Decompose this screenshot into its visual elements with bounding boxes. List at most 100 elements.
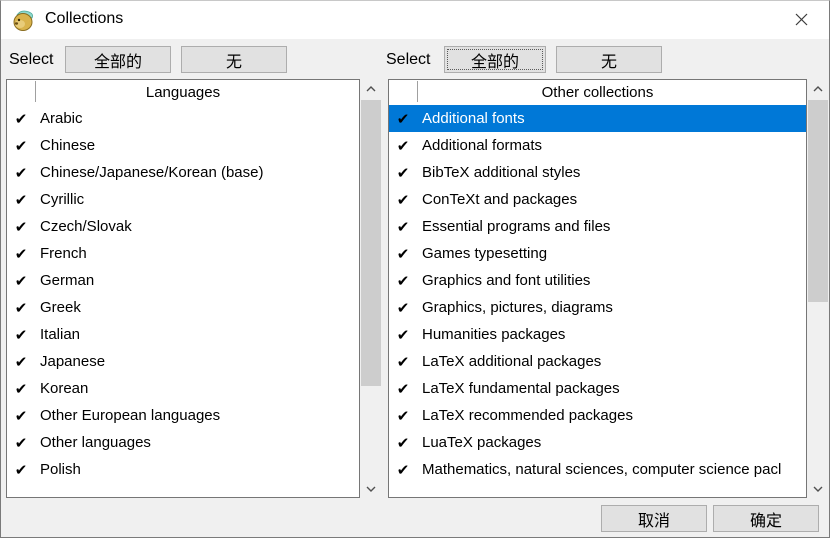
list-row[interactable]: ✔ Italian <box>7 321 359 348</box>
list-row[interactable]: ✔ German <box>7 267 359 294</box>
check-icon: ✔ <box>7 110 35 128</box>
row-label: LaTeX additional packages <box>417 353 601 370</box>
window-title: Collections <box>45 10 123 28</box>
check-icon: ✔ <box>7 407 35 425</box>
list-row[interactable]: ✔ Chinese/Japanese/Korean (base) <box>7 159 359 186</box>
cancel-button[interactable]: 取消 <box>601 505 707 532</box>
list-row[interactable]: ✔ LaTeX fundamental packages <box>389 375 806 402</box>
scrollbar-thumb[interactable] <box>808 100 828 302</box>
list-row[interactable]: ✔ Other European languages <box>7 402 359 429</box>
list-row[interactable]: ✔ Graphics and font utilities <box>389 267 806 294</box>
languages-scrollbar[interactable] <box>360 79 382 498</box>
check-icon: ✔ <box>389 326 417 344</box>
row-label: German <box>35 272 94 289</box>
scroll-down-icon[interactable] <box>807 479 829 498</box>
row-label: Polish <box>35 461 81 478</box>
list-row[interactable]: ✔ Graphics, pictures, diagrams <box>389 294 806 321</box>
check-icon: ✔ <box>389 353 417 371</box>
check-icon: ✔ <box>7 191 35 209</box>
list-row[interactable]: ✔ Cyrillic <box>7 186 359 213</box>
row-label: Italian <box>35 326 80 343</box>
check-icon: ✔ <box>7 299 35 317</box>
list-row[interactable]: ✔ Arabic <box>7 105 359 132</box>
row-label: French <box>35 245 87 262</box>
other-collections-scrollbar[interactable] <box>807 79 829 498</box>
list-row[interactable]: ✔ LaTeX recommended packages <box>389 402 806 429</box>
texlive-lion-icon <box>11 9 37 33</box>
list-row[interactable]: ✔ Other languages <box>7 429 359 456</box>
other-collections-header: Other collections <box>389 80 806 105</box>
check-icon: ✔ <box>7 245 35 263</box>
check-icon: ✔ <box>389 380 417 398</box>
list-row[interactable]: ✔ Greek <box>7 294 359 321</box>
row-label: Cyrillic <box>35 191 84 208</box>
row-label: Chinese/Japanese/Korean (base) <box>35 164 263 181</box>
list-row[interactable]: ✔ Games typesetting <box>389 240 806 267</box>
list-row[interactable]: ✔ Korean <box>7 375 359 402</box>
left-select-all-button[interactable]: 全部的 <box>65 46 171 73</box>
list-row[interactable]: ✔ Additional formats <box>389 132 806 159</box>
languages-header-label: Languages <box>7 84 359 101</box>
list-row[interactable]: ✔ Humanities packages <box>389 321 806 348</box>
column-separator <box>417 81 418 102</box>
check-icon: ✔ <box>389 110 417 128</box>
list-row[interactable]: ✔ Czech/Slovak <box>7 213 359 240</box>
collections-dialog: Collections Select 全部的 无 Select 全部的 无 La… <box>0 0 830 538</box>
check-icon: ✔ <box>389 245 417 263</box>
list-row[interactable]: ✔ Chinese <box>7 132 359 159</box>
right-select-all-button[interactable]: 全部的 <box>444 46 546 73</box>
row-label: Graphics, pictures, diagrams <box>417 299 613 316</box>
left-select-label: Select <box>9 51 53 69</box>
languages-list: Languages ✔ Arabic ✔ Chinese ✔ Chinese/J… <box>6 79 360 498</box>
list-row[interactable]: ✔ Polish <box>7 456 359 483</box>
row-label: LaTeX recommended packages <box>417 407 633 424</box>
right-select-label: Select <box>386 51 430 69</box>
row-label: BibTeX additional styles <box>417 164 580 181</box>
check-icon: ✔ <box>7 164 35 182</box>
row-label: Essential programs and files <box>417 218 610 235</box>
row-label: ConTeXt and packages <box>417 191 577 208</box>
row-label: Chinese <box>35 137 95 154</box>
list-row[interactable]: ✔ Japanese <box>7 348 359 375</box>
row-label: LaTeX fundamental packages <box>417 380 620 397</box>
list-row[interactable]: ✔ LuaTeX packages <box>389 429 806 456</box>
row-label: Greek <box>35 299 81 316</box>
list-row[interactable]: ✔ LaTeX additional packages <box>389 348 806 375</box>
list-row[interactable]: ✔ Additional fonts <box>389 105 806 132</box>
scrollbar-thumb[interactable] <box>361 100 381 386</box>
close-button[interactable] <box>779 1 823 37</box>
scroll-up-icon[interactable] <box>360 79 382 98</box>
check-icon: ✔ <box>7 326 35 344</box>
list-row[interactable]: ✔ Essential programs and files <box>389 213 806 240</box>
list-row[interactable]: ✔ French <box>7 240 359 267</box>
row-label: Korean <box>35 380 88 397</box>
title-bar: Collections <box>1 1 829 39</box>
ok-button[interactable]: 确定 <box>713 505 819 532</box>
column-separator <box>35 81 36 102</box>
check-icon: ✔ <box>7 461 35 479</box>
row-label: Czech/Slovak <box>35 218 132 235</box>
check-icon: ✔ <box>7 353 35 371</box>
row-label: Additional formats <box>417 137 542 154</box>
check-icon: ✔ <box>7 272 35 290</box>
other-collections-list: Other collections ✔ Additional fonts ✔ A… <box>388 79 807 498</box>
right-select-none-button[interactable]: 无 <box>556 46 662 73</box>
row-label: Arabic <box>35 110 83 127</box>
check-icon: ✔ <box>7 218 35 236</box>
row-label: Other languages <box>35 434 151 451</box>
list-row[interactable]: ✔ Mathematics, natural sciences, compute… <box>389 456 806 483</box>
languages-header: Languages <box>7 80 359 105</box>
row-label: Games typesetting <box>417 245 547 262</box>
list-row[interactable]: ✔ ConTeXt and packages <box>389 186 806 213</box>
row-label: Mathematics, natural sciences, computer … <box>417 461 781 478</box>
scroll-down-icon[interactable] <box>360 479 382 498</box>
row-label: Humanities packages <box>417 326 565 343</box>
check-icon: ✔ <box>389 434 417 452</box>
row-label: Other European languages <box>35 407 220 424</box>
row-label: Graphics and font utilities <box>417 272 590 289</box>
list-row[interactable]: ✔ BibTeX additional styles <box>389 159 806 186</box>
left-select-none-button[interactable]: 无 <box>181 46 287 73</box>
check-icon: ✔ <box>389 191 417 209</box>
row-label: Additional fonts <box>417 110 525 127</box>
scroll-up-icon[interactable] <box>807 79 829 98</box>
